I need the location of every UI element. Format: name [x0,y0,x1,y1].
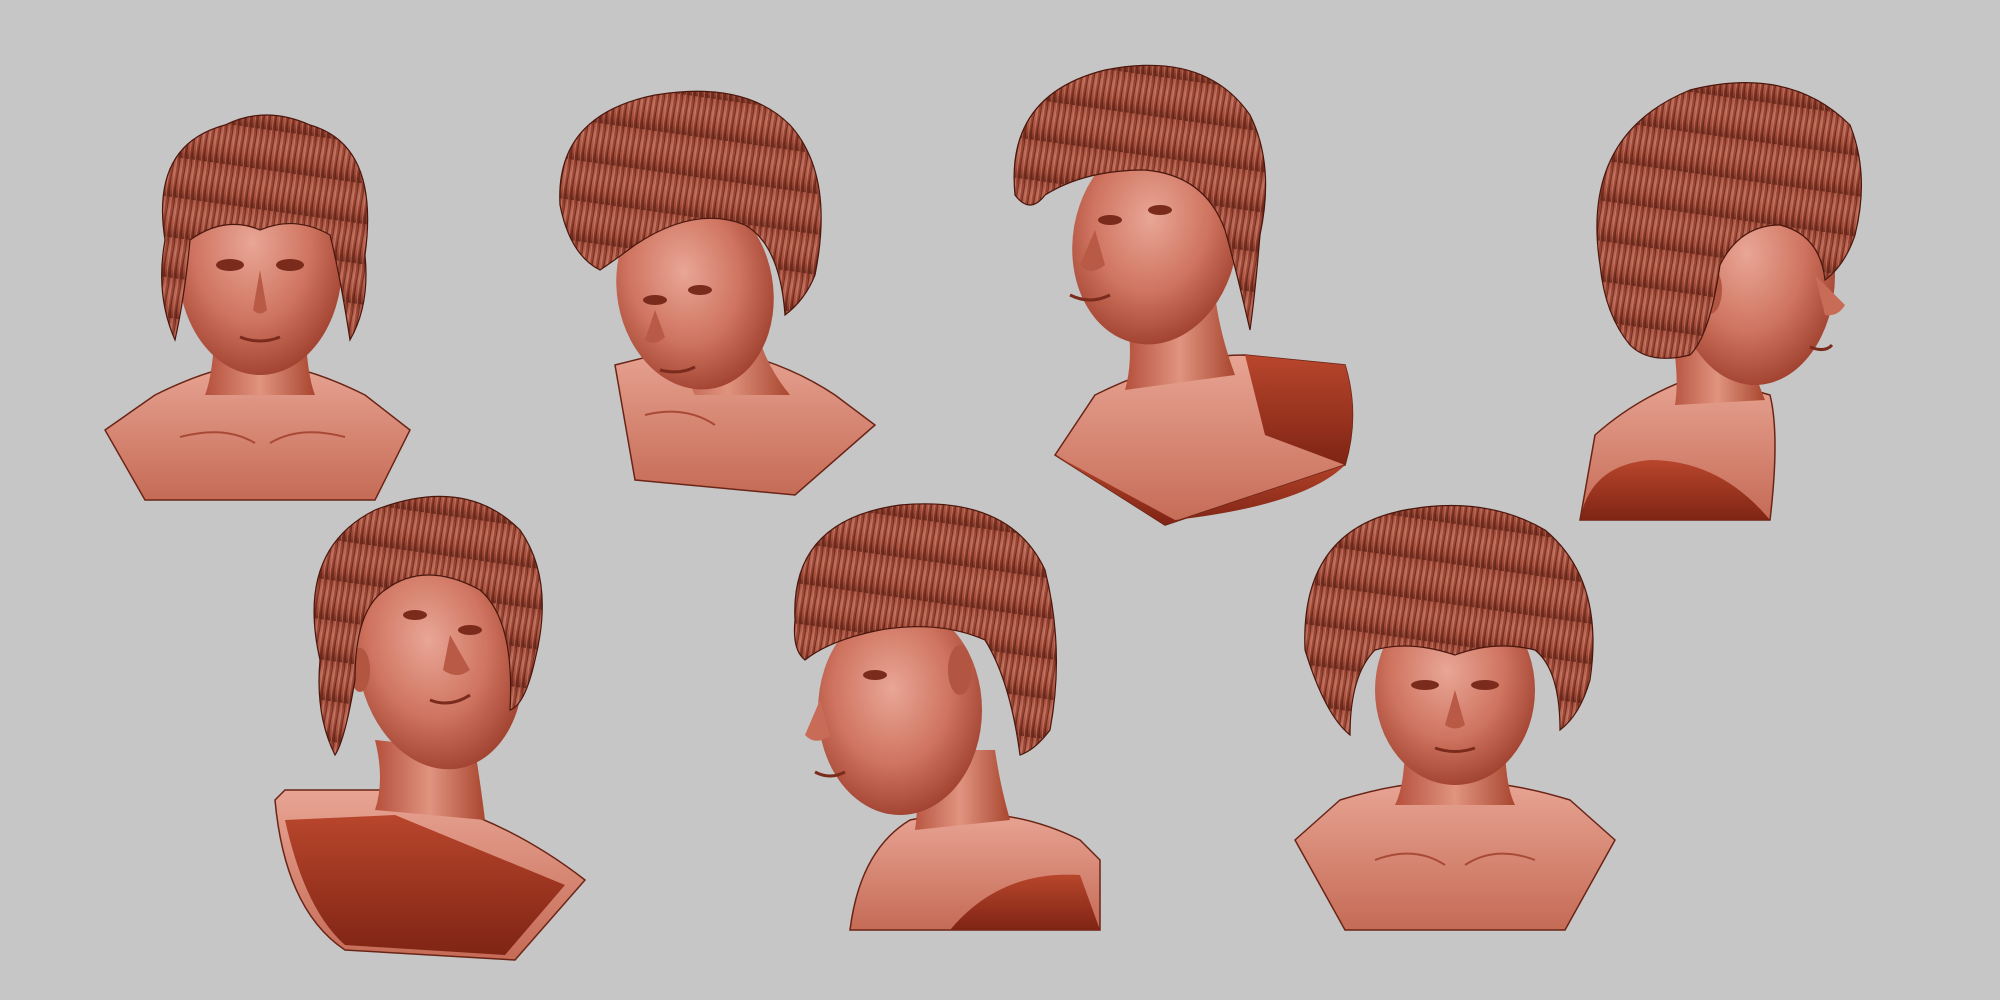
bust-front-down-view [1285,500,1625,940]
bust-left-profile-view [780,500,1120,940]
bust-right-profile-view [1570,75,1890,525]
sculpt-turnaround-canvas [0,0,2000,1000]
bust-three-quarter-up-right-view [265,490,605,970]
bust-front-view [95,65,425,515]
bust-three-quarter-down-left-view [545,75,885,505]
bust-three-quarter-up-left-view [1005,55,1365,530]
